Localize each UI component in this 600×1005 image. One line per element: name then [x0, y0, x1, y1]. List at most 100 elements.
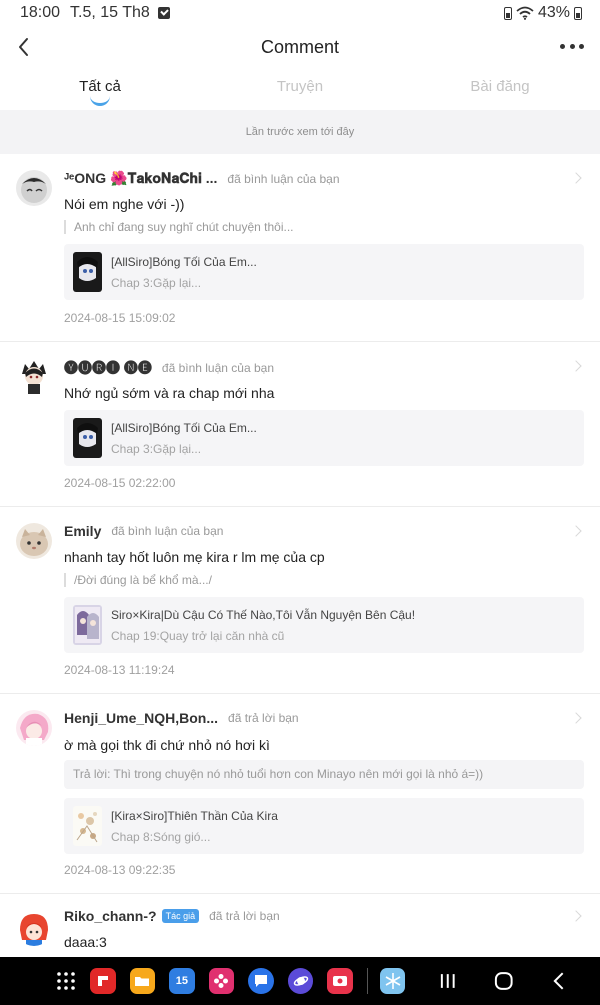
- story-thumbnail: [73, 806, 102, 846]
- story-title: [AllSiro]Bóng Tối Của Em...: [111, 421, 257, 435]
- status-date: T.5, 15 Th8: [70, 4, 150, 21]
- username[interactable]: Riko_chann-?: [64, 908, 157, 924]
- story-thumbnail: [73, 605, 102, 645]
- timestamp: 2024-08-13 09:22:35: [64, 863, 176, 877]
- internet-icon[interactable]: [287, 968, 314, 994]
- quoted-text: Anh chỉ đang suy nghĩ chút chuyện thôi..…: [64, 220, 293, 234]
- username[interactable]: ᴶᵉONG 🌺𝐓𝐚𝐤𝐨𝐍𝐚𝐂𝐡𝐢 ...: [64, 170, 217, 187]
- page-title: Comment: [260, 36, 340, 57]
- story-chapter: Chap 8:Sóng gió...: [111, 830, 211, 844]
- comment-text: ờ mà gọi thk đi chứ nhỏ nó hơi kì: [64, 737, 270, 753]
- status-bar: 18:00 T.5, 15 Th8 43%: [0, 0, 600, 26]
- name-line: Henji_Ume_NQH,Bon... đã trả lời bạn: [64, 710, 299, 726]
- list-item[interactable]: ᴶᵉONG 🌺𝐓𝐚𝐤𝐨𝐍𝐚𝐂𝐡𝐢 ... đã bình luận của bạ…: [0, 154, 600, 342]
- tab-label: Tất cả: [79, 78, 121, 95]
- last-viewed-banner: Lần trước xem tới đây: [0, 110, 600, 154]
- checkbox-notification-icon: [157, 7, 170, 19]
- flower-icon[interactable]: [208, 968, 235, 994]
- quoted-text: /Đời đúng là bể khổ mà.../: [64, 573, 212, 587]
- timestamp: 2024-08-15 15:09:02: [64, 311, 176, 325]
- chevron-right-icon: [570, 712, 582, 724]
- action-text: đã bình luận của bạn: [161, 361, 274, 375]
- avatar[interactable]: [16, 523, 52, 559]
- comment-text: daaa:3: [64, 934, 107, 950]
- screen-recorder-icon[interactable]: [327, 968, 353, 994]
- avatar-image: [16, 358, 52, 394]
- avatar-image: [16, 910, 52, 946]
- notification-list: ᴶᵉONG 🌺𝐓𝐚𝐤𝐨𝐍𝐚𝐂𝐡𝐢 ... đã bình luận của bạ…: [0, 154, 600, 964]
- back-nav-icon[interactable]: [544, 966, 574, 996]
- action-text: đã trả lời bạn: [209, 909, 280, 923]
- tab-stories[interactable]: Truyện: [200, 74, 400, 108]
- chevron-right-icon: [570, 525, 582, 537]
- top-app-bar: Comment: [0, 28, 600, 66]
- action-text: đã bình luận của bạn: [111, 524, 224, 538]
- system-taskbar: 15: [0, 957, 600, 1005]
- timestamp: 2024-08-15 02:22:00: [64, 476, 176, 490]
- calendar-icon[interactable]: 15: [169, 968, 195, 994]
- avatar[interactable]: [16, 358, 52, 394]
- name-line: Emily đã bình luận của bạn: [64, 523, 223, 539]
- tab-label: Truyện: [276, 78, 324, 95]
- story-card[interactable]: Siro×Kira|Dù Cậu Có Thế Nào,Tôi Vẫn Nguy…: [64, 597, 584, 653]
- story-chapter: Chap 19:Quay trở lại căn nhà cũ: [111, 629, 285, 643]
- avatar-image: [16, 710, 52, 746]
- calendar-day: 15: [175, 975, 189, 987]
- list-item[interactable]: Emily đã bình luận của bạn nhanh tay hốt…: [0, 507, 600, 694]
- back-arrow-icon[interactable]: [12, 34, 38, 60]
- reply-quote: Trả lời: Thì trong chuyện nó nhỏ tuổi hơ…: [64, 760, 584, 789]
- more-options-icon[interactable]: [560, 36, 584, 56]
- avatar[interactable]: [16, 910, 52, 946]
- apps-grid-icon[interactable]: [56, 971, 76, 991]
- name-line: Riko_chann-? Tác giả đã trả lời bạn: [64, 908, 280, 924]
- recent-apps-icon[interactable]: [433, 966, 463, 996]
- timestamp: 2024-08-13 11:19:24: [64, 663, 175, 677]
- home-icon[interactable]: [489, 966, 519, 996]
- flipboard-icon[interactable]: [90, 968, 116, 994]
- tab-all[interactable]: Tất cả: [0, 74, 200, 108]
- avatar-image: [16, 523, 52, 559]
- action-text: đã trả lời bạn: [228, 711, 299, 725]
- comment-text: Nhớ ngủ sớm và ra chap mới nha: [64, 385, 275, 401]
- story-card[interactable]: [Kira×Siro]Thiên Thần Của Kira Chap 8:Só…: [64, 798, 584, 854]
- chevron-right-icon: [570, 172, 582, 184]
- list-item[interactable]: 🅨🅤🅡🅘 🅝🅔 đã bình luận của bạn Nhớ ngủ sớm…: [0, 342, 600, 507]
- comment-text: nhanh tay hốt luôn mẹ kira r lm mẹ của c…: [64, 549, 325, 565]
- story-title: Siro×Kira|Dù Cậu Có Thế Nào,Tôi Vẫn Nguy…: [111, 608, 416, 622]
- tab-posts[interactable]: Bài đăng: [400, 74, 600, 108]
- dot: [560, 43, 565, 49]
- username[interactable]: 🅨🅤🅡🅘 🅝🅔: [64, 358, 152, 378]
- tab-bar: Tất cả Truyện Bài đăng: [0, 74, 600, 108]
- wifi-icon: [516, 6, 534, 20]
- battery-saver-icon: [503, 6, 512, 20]
- chevron-right-icon: [570, 360, 582, 372]
- dot: [579, 43, 584, 49]
- story-thumbnail: [73, 418, 102, 458]
- story-chapter: Chap 3:Gặp lại...: [111, 442, 202, 456]
- name-line: ᴶᵉONG 🌺𝐓𝐚𝐤𝐨𝐍𝐚𝐂𝐡𝐢 ... đã bình luận của bạ…: [64, 170, 340, 187]
- messages-icon[interactable]: [248, 968, 274, 994]
- avatar[interactable]: [16, 710, 52, 746]
- chevron-right-icon: [570, 910, 582, 922]
- story-card[interactable]: [AllSiro]Bóng Tối Của Em... Chap 3:Gặp l…: [64, 244, 584, 300]
- files-icon[interactable]: [129, 968, 156, 994]
- username[interactable]: Henji_Ume_NQH,Bon...: [64, 710, 218, 726]
- action-text: đã bình luận của bạn: [227, 171, 340, 186]
- story-card[interactable]: [AllSiro]Bóng Tối Của Em... Chap 3:Gặp l…: [64, 410, 584, 466]
- avatar[interactable]: [16, 170, 52, 206]
- author-badge: Tác giả: [161, 909, 200, 923]
- active-tab-indicator: [90, 96, 110, 106]
- battery-percent: 43%: [537, 4, 570, 21]
- list-item[interactable]: Riko_chann-? Tác giả đã trả lời bạn daaa…: [0, 894, 600, 964]
- tab-label: Bài đăng: [470, 78, 530, 95]
- list-item[interactable]: Henji_Ume_NQH,Bon... đã trả lời bạn ờ mà…: [0, 694, 600, 894]
- name-line: 🅨🅤🅡🅘 🅝🅔 đã bình luận của bạn: [64, 358, 274, 378]
- story-title: [Kira×Siro]Thiên Thần Của Kira: [111, 809, 278, 823]
- story-title: [AllSiro]Bóng Tối Của Em...: [111, 255, 257, 269]
- clock: 18:00: [20, 4, 61, 21]
- username[interactable]: Emily: [64, 523, 101, 539]
- comment-text: Nói em nghe với -)): [64, 196, 185, 212]
- snowflake-icon[interactable]: [379, 968, 406, 994]
- story-thumbnail: [73, 252, 102, 292]
- story-chapter: Chap 3:Gặp lại...: [111, 276, 202, 290]
